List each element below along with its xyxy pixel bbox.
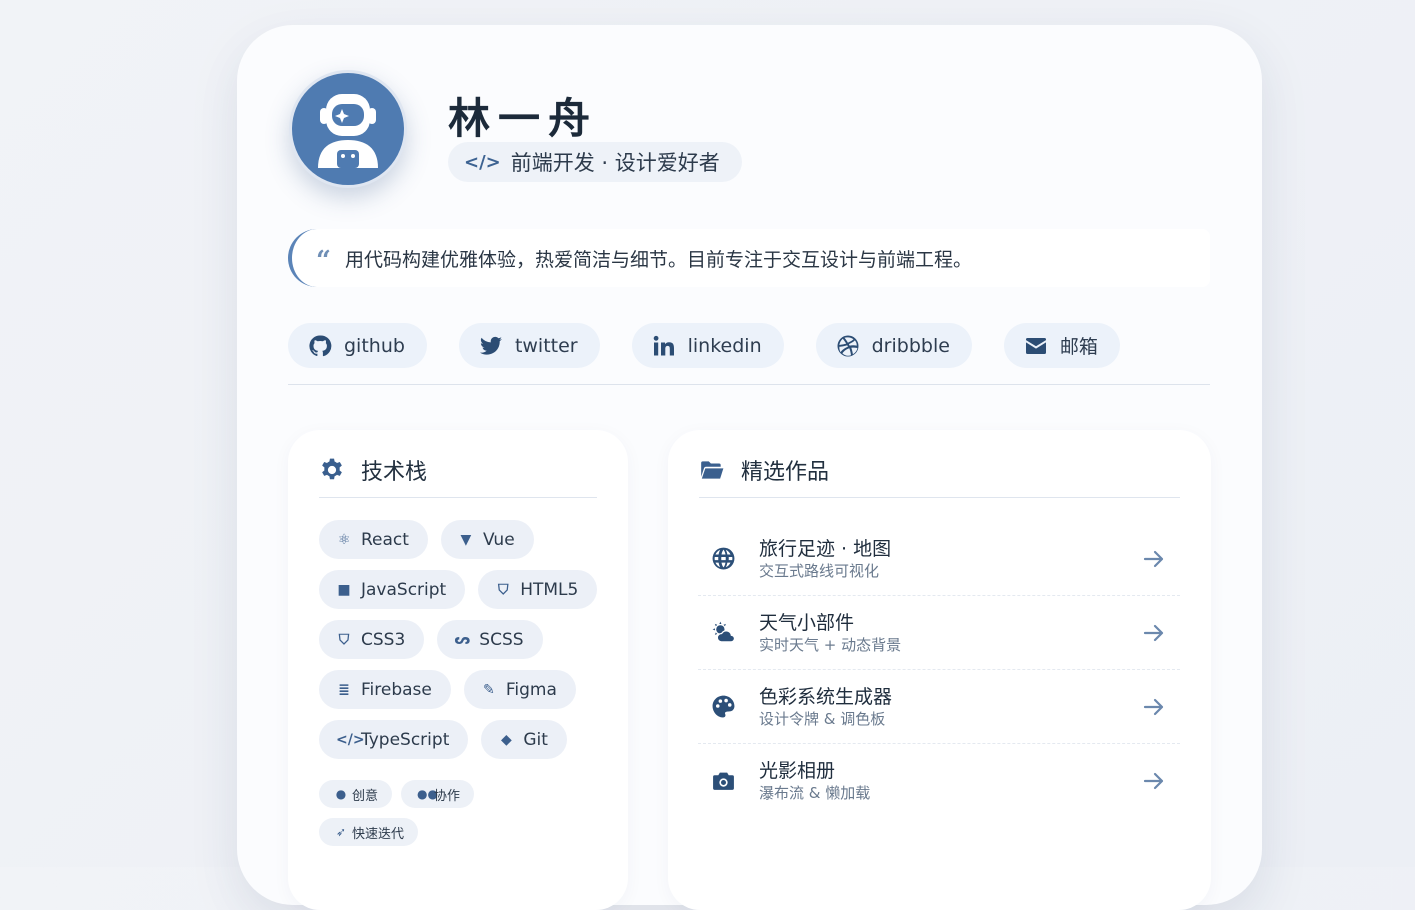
github-icon — [309, 334, 332, 356]
tag-label: Figma — [505, 679, 557, 700]
work-item[interactable]: 旅行足迹 · 地图 交互式路线可视化 — [698, 522, 1180, 596]
mail-icon — [1025, 337, 1046, 354]
vue-icon: ▼ — [460, 531, 472, 548]
tag-label: JavaScript — [361, 579, 447, 600]
code-icon: </> — [336, 731, 365, 748]
social-email-link[interactable]: 邮箱 — [1003, 323, 1120, 368]
tech-tag-list: ⚛ React ▼ Vue ■ JavaScript ⛉ HTML5 ⛉ CSS3 ᔕ SC… — [319, 520, 609, 759]
tag-label: TypeScript — [361, 729, 450, 750]
tag-label: Git — [523, 729, 548, 750]
role-text: 前端开发 · 设计爱好者 — [510, 151, 720, 175]
tech-tag[interactable]: ≣ Firebase — [319, 670, 451, 709]
database-icon: ≣ — [338, 681, 350, 698]
tag-label: React — [361, 529, 409, 550]
social-label: twitter — [514, 334, 578, 357]
quote-icon: “ — [316, 246, 331, 276]
soft-skill-list: ● 创意 ●● 协作 ➶ 快速迭代 — [319, 780, 519, 846]
work-item[interactable]: 天气小部件 实时天气 + 动态背景 — [698, 596, 1180, 670]
social-label: linkedin — [687, 334, 762, 357]
divider — [288, 384, 1210, 385]
tag-label: Vue — [482, 529, 515, 550]
work-title: 光影相册 — [759, 760, 836, 782]
tech-stack-panel: 技术栈 ⚛ React ▼ Vue ■ JavaScript ⛉ HTML5 ⛉ CSS3… — [288, 430, 628, 910]
arrow-right-icon[interactable] — [1142, 695, 1166, 719]
tech-tag[interactable]: ⚛ React — [319, 520, 428, 559]
social-linkedin-link[interactable]: linkedin — [631, 323, 784, 368]
social-twitter-link[interactable]: twitter — [458, 323, 600, 368]
palette-icon — [710, 694, 736, 720]
folder-open-icon — [701, 460, 724, 479]
social-label: 邮箱 — [1059, 336, 1098, 358]
tech-tag[interactable]: ■ JavaScript — [319, 570, 466, 609]
lightbulb-icon: ● — [335, 787, 347, 801]
works-header: 精选作品 — [699, 456, 1180, 498]
work-desc: 实时天气 + 动态背景 — [759, 635, 902, 654]
works-list: 旅行足迹 · 地图 交互式路线可视化 天气小部件 实时天气 + 动态背景 色彩系… — [698, 522, 1180, 818]
soft-skill-tag[interactable]: ➶ 快速迭代 — [319, 818, 419, 846]
social-label: github — [344, 334, 405, 357]
tag-label: 创意 — [352, 788, 379, 804]
work-title: 旅行足迹 · 地图 — [759, 537, 892, 560]
work-title: 色彩系统生成器 — [759, 685, 893, 708]
work-desc: 交互式路线可视化 — [759, 561, 880, 580]
work-desc: 设计令牌 & 调色板 — [759, 709, 886, 728]
social-github-link[interactable]: github — [288, 323, 427, 368]
works-title: 精选作品 — [741, 459, 830, 485]
react-icon: ⚛ — [337, 531, 351, 548]
brush-icon: ✎ — [483, 681, 495, 698]
twitter-icon — [479, 336, 502, 355]
camera-icon — [710, 768, 736, 794]
work-desc: 瀑布流 & 懒加载 — [759, 784, 871, 802]
globe-icon — [710, 546, 736, 572]
sass-icon: ᔕ — [454, 631, 471, 648]
tech-tag[interactable]: </> TypeScript — [319, 720, 469, 759]
work-item[interactable]: 色彩系统生成器 设计令牌 & 调色板 — [698, 670, 1180, 744]
bio-quote: “ 用代码构建优雅体验，热爱简洁与细节。目前专注于交互设计与前端工程。 — [288, 229, 1210, 287]
profile-name: 林一舟 — [448, 94, 599, 143]
social-dribbble-link[interactable]: dribbble — [815, 323, 972, 368]
tech-stack-header: 技术栈 — [319, 456, 597, 498]
tag-label: CSS3 — [361, 629, 406, 650]
arrow-right-icon[interactable] — [1142, 769, 1166, 793]
tag-label: 协作 — [434, 788, 461, 804]
tag-label: Firebase — [361, 679, 432, 700]
soft-skill-tag[interactable]: ●● 协作 — [401, 780, 475, 808]
tech-tag[interactable]: ⛉ HTML5 — [478, 570, 598, 609]
tech-tag[interactable]: ᔕ SCSS — [437, 620, 543, 659]
tag-label: HTML5 — [520, 579, 579, 600]
arrow-right-icon[interactable] — [1142, 547, 1166, 571]
code-icon: </> — [464, 151, 501, 173]
soft-skill-tag[interactable]: ● 创意 — [319, 780, 393, 808]
tag-label: 快速迭代 — [352, 826, 405, 842]
rocket-icon: ➶ — [335, 825, 347, 839]
role-badge: </> 前端开发 · 设计爱好者 — [448, 142, 742, 182]
profile-card: 林一舟 </> 前端开发 · 设计爱好者 “ 用代码构建优雅体验，热爱简洁与细节… — [237, 25, 1262, 910]
astronaut-icon — [318, 94, 378, 168]
git-icon: ◆ — [500, 731, 512, 748]
users-icon: ●● — [417, 787, 438, 801]
css3-icon: ⛉ — [338, 631, 350, 648]
tech-tag[interactable]: ▼ Vue — [440, 520, 534, 559]
tag-label: SCSS — [479, 629, 524, 650]
tech-tag[interactable]: ◆ Git — [481, 720, 567, 759]
tech-stack-title: 技术栈 — [361, 459, 428, 485]
avatar — [289, 70, 407, 188]
work-title: 天气小部件 — [759, 611, 855, 634]
arrow-right-icon[interactable] — [1142, 621, 1166, 645]
work-item[interactable]: 光影相册 瀑布流 & 懒加载 — [698, 744, 1180, 818]
bio-text: 用代码构建优雅体验，热爱简洁与细节。目前专注于交互设计与前端工程。 — [344, 248, 972, 271]
social-links: github twitter linkedin dribbble 邮箱 — [288, 323, 1120, 368]
tech-tag[interactable]: ✎ Figma — [463, 670, 576, 709]
dribbble-icon — [837, 335, 859, 356]
javascript-icon: ■ — [337, 581, 351, 598]
html5-icon: ⛉ — [497, 581, 509, 598]
gear-icon — [322, 458, 342, 479]
works-panel: 精选作品 旅行足迹 · 地图 交互式路线可视化 天气小部件 实时天气 + 动态背… — [668, 430, 1211, 910]
tech-tag[interactable]: ⛉ CSS3 — [319, 620, 425, 659]
linkedin-icon — [653, 335, 674, 355]
social-label: dribbble — [871, 334, 950, 357]
cloud-sun-icon — [710, 620, 736, 646]
